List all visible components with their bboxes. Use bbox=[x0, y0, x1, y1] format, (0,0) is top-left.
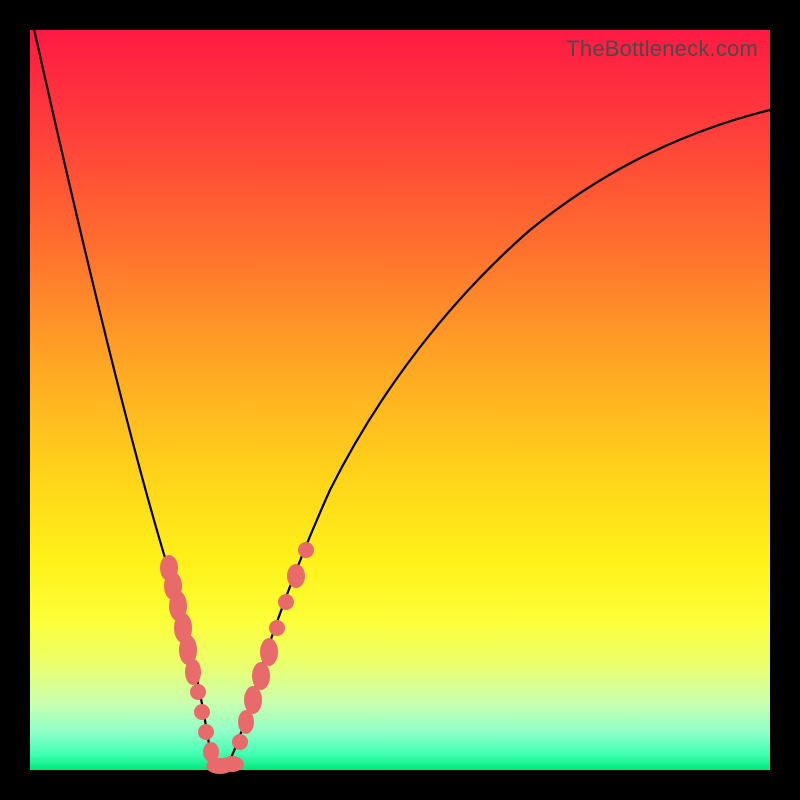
plot-area: TheBottleneck.com bbox=[30, 30, 770, 770]
bottleneck-curve bbox=[32, 20, 770, 770]
marker-dot bbox=[252, 662, 270, 690]
marker-dot bbox=[244, 686, 262, 714]
marker-dot bbox=[287, 564, 305, 588]
chart-svg bbox=[30, 30, 770, 770]
marker-dot bbox=[278, 594, 294, 610]
marker-dot bbox=[260, 638, 278, 666]
marker-group bbox=[160, 542, 314, 774]
marker-dot bbox=[194, 704, 210, 720]
marker-dot bbox=[269, 620, 285, 636]
marker-dot bbox=[185, 659, 201, 685]
marker-dot bbox=[220, 756, 244, 772]
marker-dot bbox=[232, 734, 248, 750]
chart-frame: TheBottleneck.com bbox=[0, 0, 800, 800]
marker-dot bbox=[198, 724, 214, 740]
marker-dot bbox=[298, 542, 314, 558]
marker-dot bbox=[190, 684, 206, 700]
